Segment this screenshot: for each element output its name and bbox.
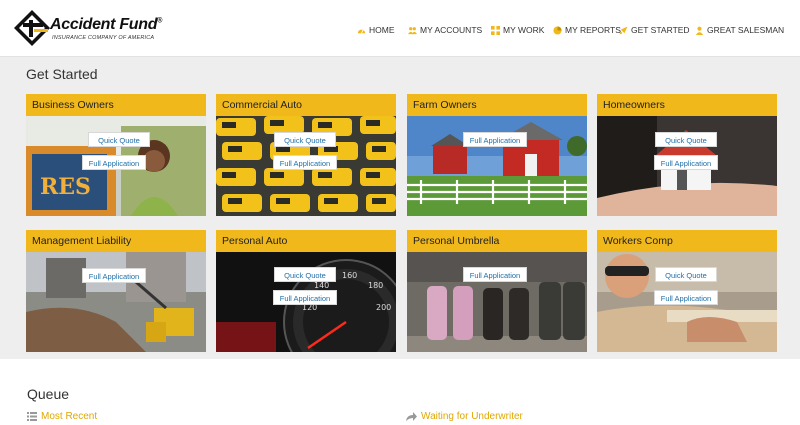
quick-quote-button[interactable]: Quick Quote xyxy=(88,132,150,147)
user-icon xyxy=(695,26,704,35)
quick-quote-button[interactable]: Quick Quote xyxy=(274,267,336,282)
queue-waiting-underwriter-link[interactable]: Waiting for Underwriter xyxy=(406,411,523,422)
card-farm-owners[interactable]: Farm Owners Full Application xyxy=(407,94,587,216)
card-business-owners[interactable]: Business Owners RES Quick Quote Full App… xyxy=(26,94,206,216)
nav-user-label: GREAT SALESMAN xyxy=(707,25,785,35)
nav-home[interactable]: HOME xyxy=(357,25,395,35)
full-application-button[interactable]: Full Application xyxy=(463,132,527,147)
card-workers-comp[interactable]: Workers Comp Quick Quote Full Applicatio… xyxy=(597,230,777,352)
brand-tagline: INSURANCE COMPANY OF AMERICA xyxy=(52,35,155,41)
full-application-button[interactable]: Full Application xyxy=(463,267,527,282)
card-title: Personal Umbrella xyxy=(407,230,587,252)
nav-my-accounts[interactable]: MY ACCOUNTS xyxy=(408,25,482,35)
card-management-liability[interactable]: Management Liability Full Application xyxy=(26,230,206,352)
full-application-button[interactable]: Full Application xyxy=(82,155,146,170)
queue-most-recent-link[interactable]: Most Recent xyxy=(27,411,97,422)
share-icon xyxy=(406,412,417,421)
card-title: Personal Auto xyxy=(216,230,396,252)
management-liability-photo xyxy=(26,252,206,352)
list-icon xyxy=(27,412,37,421)
card-title: Workers Comp xyxy=(597,230,777,252)
full-application-button[interactable]: Full Application xyxy=(654,155,718,170)
farm-owners-photo xyxy=(407,116,587,216)
users-icon xyxy=(408,26,417,34)
card-personal-umbrella[interactable]: Personal Umbrella Full Application xyxy=(407,230,587,352)
full-application-button[interactable]: Full Application xyxy=(273,155,337,170)
dashboard-icon xyxy=(357,28,366,33)
nav-home-label: HOME xyxy=(369,25,395,35)
card-personal-auto[interactable]: Personal Auto 120 140 160 180 200 Quick Quot… xyxy=(216,230,396,352)
get-started-title: Get Started xyxy=(26,66,98,82)
svg-text:RES: RES xyxy=(40,174,91,200)
card-commercial-auto[interactable]: Commercial Auto Quick Quote Full Applica… xyxy=(216,94,396,216)
nav-my-work[interactable]: MY WORK xyxy=(491,25,544,35)
nav-my-reports[interactable]: MY REPORTS xyxy=(553,25,621,35)
quick-quote-button[interactable]: Quick Quote xyxy=(655,132,717,147)
grid-icon xyxy=(491,25,500,35)
card-title: Business Owners xyxy=(26,94,206,116)
full-application-button[interactable]: Full Application xyxy=(654,290,718,305)
card-title: Management Liability xyxy=(26,230,206,252)
card-title: Homeowners xyxy=(597,94,777,116)
nav-my-work-label: MY WORK xyxy=(503,25,545,35)
nav-my-reports-label: MY REPORTS xyxy=(565,25,621,35)
nav-get-started-label: GET STARTED xyxy=(631,25,690,35)
quick-quote-button[interactable]: Quick Quote xyxy=(655,267,717,282)
full-application-button[interactable]: Full Application xyxy=(82,268,146,283)
brand-name: Accident Fund® xyxy=(50,16,163,33)
card-homeowners[interactable]: Homeowners Quick Quote Full Application xyxy=(597,94,777,216)
nav-user-menu[interactable]: GREAT SALESMAN xyxy=(695,25,784,35)
svg-text:180: 180 xyxy=(368,281,383,290)
queue-most-recent-label: Most Recent xyxy=(41,411,98,422)
accident-fund-logo-icon xyxy=(14,10,50,46)
card-title: Commercial Auto xyxy=(216,94,396,116)
top-header: Accident Fund® INSURANCE COMPANY OF AMER… xyxy=(0,0,800,57)
nav-get-started[interactable]: GET STARTED xyxy=(619,25,690,35)
full-application-button[interactable]: Full Application xyxy=(273,290,337,305)
svg-text:200: 200 xyxy=(376,303,391,312)
brand-logo[interactable]: Accident Fund® INSURANCE COMPANY OF AMER… xyxy=(14,10,164,46)
card-title: Farm Owners xyxy=(407,94,587,116)
quick-quote-button[interactable]: Quick Quote xyxy=(274,132,336,147)
pie-chart-icon xyxy=(553,25,562,35)
queue-title: Queue xyxy=(27,386,70,402)
queue-waiting-underwriter-label: Waiting for Underwriter xyxy=(421,411,523,422)
svg-text:160: 160 xyxy=(342,271,357,280)
rocket-icon xyxy=(619,25,628,35)
nav-my-accounts-label: MY ACCOUNTS xyxy=(420,25,483,35)
